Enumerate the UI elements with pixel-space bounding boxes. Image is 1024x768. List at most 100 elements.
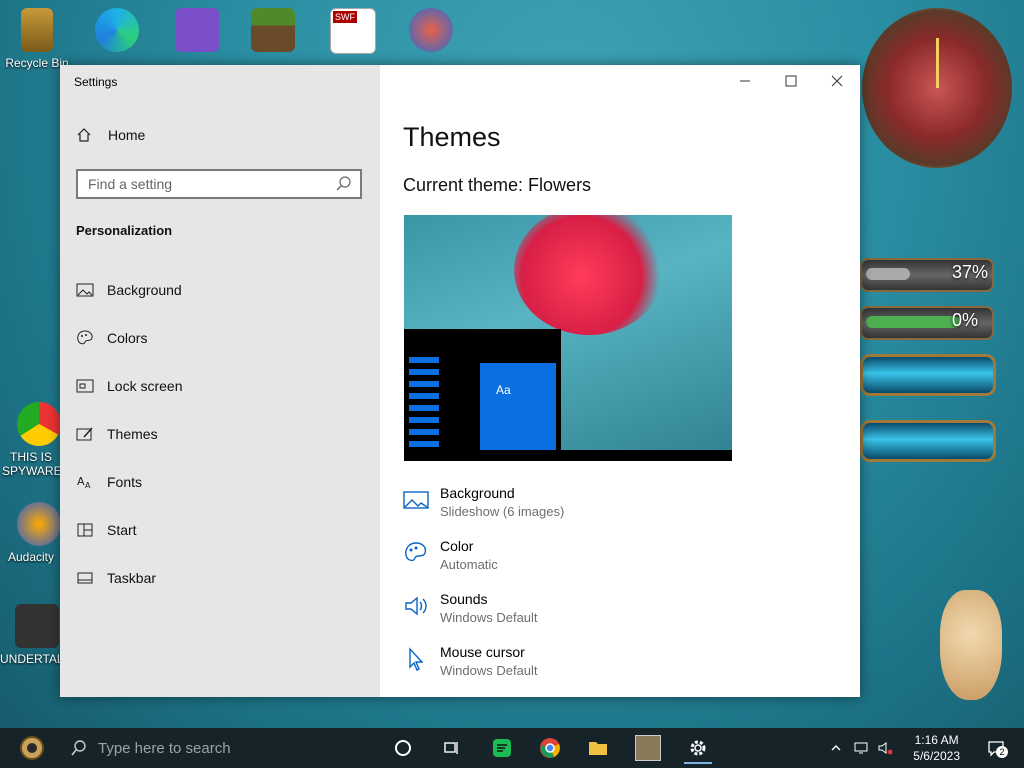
sidebar-item-label: Home — [108, 127, 146, 143]
close-button[interactable] — [817, 69, 857, 93]
lock-screen-icon — [76, 379, 94, 393]
game-app-icon — [635, 735, 661, 761]
option-sounds[interactable]: Sounds Windows Default — [403, 591, 538, 625]
taskbar-search-placeholder: Type here to search — [98, 739, 231, 757]
flash-file-icon: SWF — [330, 8, 376, 54]
home-icon — [77, 128, 91, 142]
theme-preview: Aa — [404, 215, 732, 461]
clock-date: 5/6/2023 — [913, 749, 960, 763]
search-placeholder: Find a setting — [88, 176, 173, 192]
steampunk-clock-widget — [862, 8, 1012, 168]
desktop-icon-tutanota[interactable] — [80, 8, 154, 56]
option-mouse-cursor[interactable]: Mouse cursor Windows Default — [403, 644, 538, 678]
chrome-icon — [540, 738, 560, 758]
taskbar-app-settings[interactable] — [684, 734, 712, 764]
desktop-icon-vscodium[interactable] — [160, 8, 234, 56]
option-subtitle: Windows Default — [440, 610, 538, 625]
minimize-icon — [740, 80, 750, 82]
preview-list — [409, 357, 439, 449]
option-subtitle: Windows Default — [440, 663, 538, 678]
section-heading: Personalization — [76, 223, 173, 238]
start-orb-icon — [20, 736, 44, 760]
tray-overflow-button[interactable] — [826, 734, 846, 762]
taskbar-search[interactable]: Type here to search — [70, 734, 370, 762]
maximize-icon — [785, 75, 797, 87]
preview-tiles: Aa — [480, 363, 556, 451]
notes-app-icon — [493, 739, 511, 757]
sidebar-item-label: Start — [107, 522, 137, 538]
chevron-up-icon — [831, 745, 841, 751]
sidebar-item-fonts[interactable]: AA Fonts — [76, 470, 142, 494]
task-view-icon — [444, 742, 458, 754]
option-title: Color — [440, 538, 474, 554]
cortana-button[interactable] — [389, 734, 417, 762]
taskbar-app-sheets[interactable] — [488, 734, 516, 762]
taskbar-app-chrome[interactable] — [536, 734, 564, 762]
option-color[interactable]: Color Automatic — [403, 538, 498, 572]
cortana-icon — [395, 740, 411, 756]
sidebar-item-home[interactable]: Home — [76, 127, 145, 143]
drive-tube-2 — [860, 420, 996, 462]
notification-count: 2 — [996, 746, 1008, 758]
papyrus-icon — [409, 8, 453, 52]
desktop-icon-recycle-bin[interactable]: Recycle Bin — [0, 8, 74, 70]
sidebar-item-themes[interactable]: Themes — [76, 422, 158, 446]
settings-sidebar: Settings Home Find a setting Personaliza… — [60, 65, 380, 697]
sidebar-item-background[interactable]: Background — [76, 278, 182, 302]
fonts-icon: AA — [77, 475, 91, 490]
option-title: Mouse cursor — [440, 644, 525, 660]
sidebar-item-start[interactable]: Start — [76, 518, 137, 542]
taskbar-app-file-explorer[interactable] — [584, 734, 612, 762]
option-subtitle: Slideshow (6 images) — [440, 504, 565, 519]
drive-tube-1 — [860, 354, 996, 396]
action-center-button[interactable]: 2 — [982, 734, 1010, 762]
taskbar-icon — [77, 572, 93, 584]
cpu-gauge-value: 37% — [952, 262, 989, 282]
minimize-button[interactable] — [725, 69, 765, 93]
sidebar-item-colors[interactable]: Colors — [76, 326, 147, 350]
desktop-icon-papyrus[interactable] — [394, 8, 468, 56]
clock[interactable]: 1:16 AM 5/6/2023 — [913, 732, 960, 764]
gear-icon — [690, 740, 706, 756]
task-view-button[interactable] — [437, 734, 465, 762]
sidebar-item-label: Fonts — [107, 474, 143, 490]
sidebar-item-label: Background — [107, 282, 182, 298]
desktop-icon-minecraft[interactable] — [236, 8, 310, 56]
sidebar-item-label: Lock screen — [107, 378, 183, 394]
network-icon — [854, 742, 868, 754]
audacity-icon — [17, 502, 61, 546]
option-background[interactable]: Background Slideshow (6 images) — [403, 485, 564, 519]
sidebar-item-lock-screen[interactable]: Lock screen — [76, 374, 182, 398]
close-icon — [831, 75, 843, 87]
recycle-bin-icon — [21, 8, 53, 52]
folder-icon — [589, 742, 607, 755]
taskbar: Type here to search 1:16 AM 5/6/2023 2 — [0, 728, 1024, 768]
maximize-button[interactable] — [771, 69, 811, 93]
start-button[interactable] — [18, 734, 46, 762]
svg-text:A: A — [77, 475, 85, 488]
window-title: Settings — [74, 75, 118, 89]
current-theme-label: Current theme: Flowers — [403, 175, 592, 195]
network-button[interactable] — [850, 734, 872, 762]
themes-icon — [76, 427, 93, 441]
page-title: Themes — [403, 122, 501, 152]
cursor-icon — [409, 647, 424, 671]
volume-button[interactable] — [874, 734, 896, 762]
sidebar-item-taskbar[interactable]: Taskbar — [76, 566, 156, 590]
svg-text:A: A — [85, 481, 91, 490]
sidebar-item-label: Taskbar — [107, 570, 157, 586]
settings-window: Settings Home Find a setting Personaliza… — [60, 65, 860, 697]
search-icon — [71, 740, 86, 756]
option-title: Sounds — [440, 591, 488, 607]
picture-icon — [76, 283, 94, 297]
speaker-icon — [405, 596, 427, 616]
chrome-icon — [17, 402, 61, 446]
desktop-icon-swf[interactable]: SWF — [316, 8, 390, 58]
flash-swf-badge: SWF — [333, 11, 357, 23]
clock-time: 1:16 AM — [914, 733, 959, 747]
option-title: Background — [440, 485, 515, 501]
taskbar-app-game[interactable] — [634, 734, 662, 762]
hamster-widget — [940, 590, 1002, 700]
start-icon — [77, 523, 93, 537]
search-input[interactable]: Find a setting — [76, 169, 362, 199]
